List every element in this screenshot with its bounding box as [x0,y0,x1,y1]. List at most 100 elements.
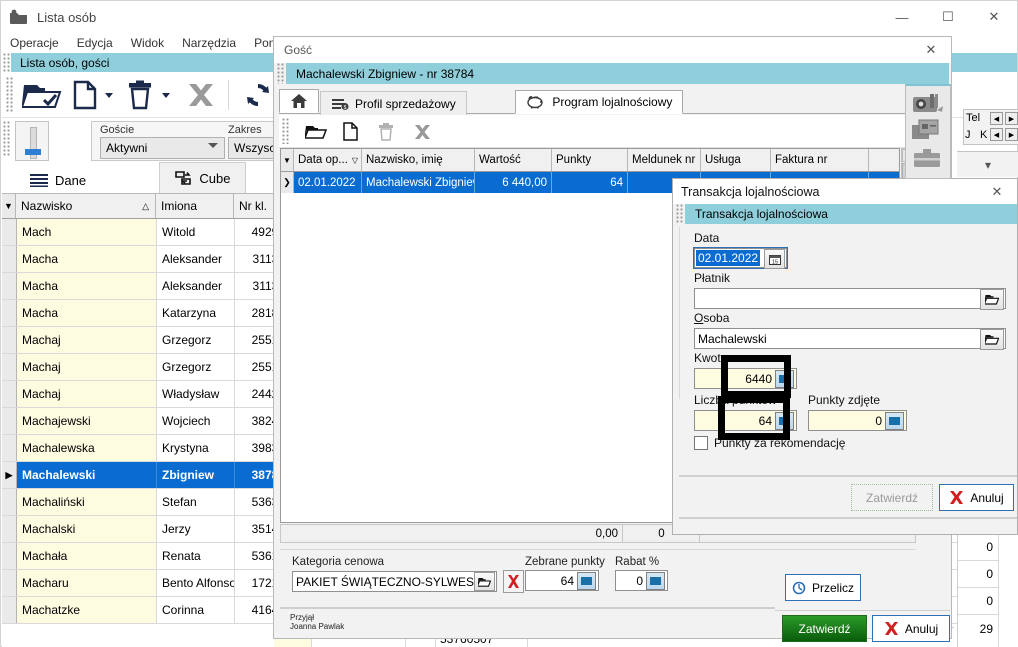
row-indicator[interactable] [2,219,17,245]
punkty-za-rekomendacje-row[interactable]: Punkty za rekomendację [694,436,845,450]
row-indicator[interactable] [2,408,17,434]
slider-1[interactable] [15,121,49,161]
cell-nazwisko: Machalewska [17,435,157,461]
column-header-faktura[interactable]: Faktura nr [771,149,869,171]
kategoria-cenowa-field[interactable]: PAKIET ŚWIĄTECZNO-SYLWEST [292,571,497,592]
menu-operacje[interactable]: Operacje [1,34,68,52]
calculator-icon[interactable] [775,369,794,388]
punkty-za-rekomendacje-checkbox[interactable] [694,436,708,450]
delete-button[interactable] [122,76,158,114]
column-header-meldunek[interactable]: Meldunek nr [628,149,701,171]
calculator-icon[interactable] [577,571,596,590]
transaction-caption-gripper[interactable] [676,204,683,224]
data-field[interactable]: 02.01.2022 15 [693,247,788,269]
calculator-icon[interactable] [646,571,665,590]
calculator-icon[interactable] [885,411,904,430]
kategoria-browse-button[interactable] [474,572,495,591]
row-indicator[interactable]: ▶ [2,462,17,488]
tab-program-lojalnosciowy[interactable]: Program lojalnościowy [515,89,684,114]
row-indicator[interactable] [2,354,17,380]
guest-open-button[interactable] [301,119,331,144]
close-button[interactable]: ✕ [971,2,1017,33]
tab-home[interactable] [279,89,319,113]
column-header-nazwisko[interactable]: Nazwisko △ [16,194,156,218]
menu-edycja[interactable]: Edycja [68,34,122,52]
refresh-button[interactable] [238,76,278,114]
tel-spin-right[interactable]: ▶ [1005,112,1018,125]
k-spin-right[interactable]: ▶ [1005,128,1018,141]
delete-dropdown-button[interactable] [160,89,172,101]
guest-delete-button[interactable] [371,119,401,144]
tab-cube[interactable]: Cube [159,162,246,193]
maximize-button[interactable]: ☐ [925,2,971,33]
guests-filter-select[interactable]: Aktywni [100,137,225,159]
briefcase-icon[interactable] [913,148,941,170]
tab-profil-sprzedazowy[interactable]: $ Profil sprzedażowy [320,91,467,115]
column-header-imiona[interactable]: Imiona [156,194,234,218]
row-indicator[interactable] [2,489,17,515]
row-indicator[interactable] [2,597,17,623]
row-indicator[interactable] [2,543,17,569]
row-indicator[interactable] [2,327,17,353]
row-indicator[interactable] [2,273,17,299]
platnik-browse-button[interactable] [980,289,1004,310]
zebrane-punkty-field[interactable]: 64 [525,570,599,591]
guest-window-title: Gość [284,43,313,57]
red-x-icon [949,490,964,505]
main-toolbar-gripper[interactable] [6,77,13,113]
k-spin-left[interactable]: ◀ [990,128,1003,141]
guest-toolbar-gripper[interactable] [282,118,289,144]
osoba-field[interactable]: Machalewski [694,328,1006,350]
calculator-icon[interactable] [775,411,794,430]
row-indicator[interactable] [2,570,17,596]
column-header-nazwisko-label: Nazwisko [21,199,73,213]
grid-row-selector-header[interactable]: ▼ [2,194,16,218]
column-header-punkty[interactable]: Punkty [552,149,628,171]
guest-close-button[interactable]: ✕ [911,38,951,63]
menu-narzedzia[interactable]: Narzędzia [173,34,245,52]
row-indicator[interactable] [2,300,17,326]
transaction-close-button[interactable]: ✕ [977,180,1017,204]
transaction-form: Data 02.01.2022 15 Płatnik Osoba Machale… [679,227,1017,450]
guest-new-button[interactable] [335,119,365,144]
column-header-usluga[interactable]: Usługa [701,149,771,171]
toolbar-gripper[interactable] [3,53,10,72]
column-header-data-op[interactable]: Data op... ▽ [294,149,362,171]
liczba-punktow-field[interactable]: 64 [694,410,797,431]
new-button[interactable] [68,76,102,114]
kategoria-clear-button[interactable] [503,570,524,593]
przelicz-button[interactable]: Przelicz [785,574,861,601]
rabat-field[interactable]: 0 [615,570,668,591]
new-dropdown-button[interactable] [103,89,115,101]
row-indicator[interactable] [2,246,17,272]
filterbar-gripper[interactable] [3,121,10,157]
column-header-nazwisko-imie[interactable]: Nazwisko, imię [362,149,475,171]
card-icon[interactable] [911,119,941,145]
slider-1-thumb[interactable] [25,149,41,155]
loyalty-row-selector-header[interactable]: ▼ [281,149,294,171]
platnik-field[interactable] [694,288,1006,310]
guest-caption-gripper[interactable] [277,63,284,84]
column-header-wartosc[interactable]: Wartość [475,149,552,171]
menu-widok[interactable]: Widok [122,34,173,52]
minimize-button[interactable]: — [879,2,925,33]
punkty-zdjete-field[interactable]: 0 [808,410,907,431]
row-indicator[interactable] [2,516,17,542]
kwota-label: Kwota [694,351,728,365]
transaction-cancel-button[interactable]: Anuluj [939,484,1014,511]
calendar-icon[interactable]: 15 [764,249,785,269]
open-button[interactable] [22,76,62,114]
guest-confirm-button[interactable]: Zatwierdź [782,615,867,642]
row-indicator[interactable] [2,381,17,407]
row-indicator[interactable] [2,435,17,461]
guest-cancel-button[interactable]: Anuluj [872,615,950,642]
kwota-field[interactable]: 6440 [694,368,797,389]
guest-cancel-button[interactable] [407,119,437,144]
cancel-button[interactable] [180,76,220,114]
tel-spin-left[interactable]: ◀ [990,112,1003,125]
tab-dane[interactable]: Dane [16,165,100,196]
right-collapse-chevron[interactable]: ▾ [957,151,1018,177]
transaction-confirm-button[interactable]: Zatwierdź [851,484,933,511]
camera-icon[interactable] [911,90,945,118]
osoba-browse-button[interactable] [980,329,1004,350]
